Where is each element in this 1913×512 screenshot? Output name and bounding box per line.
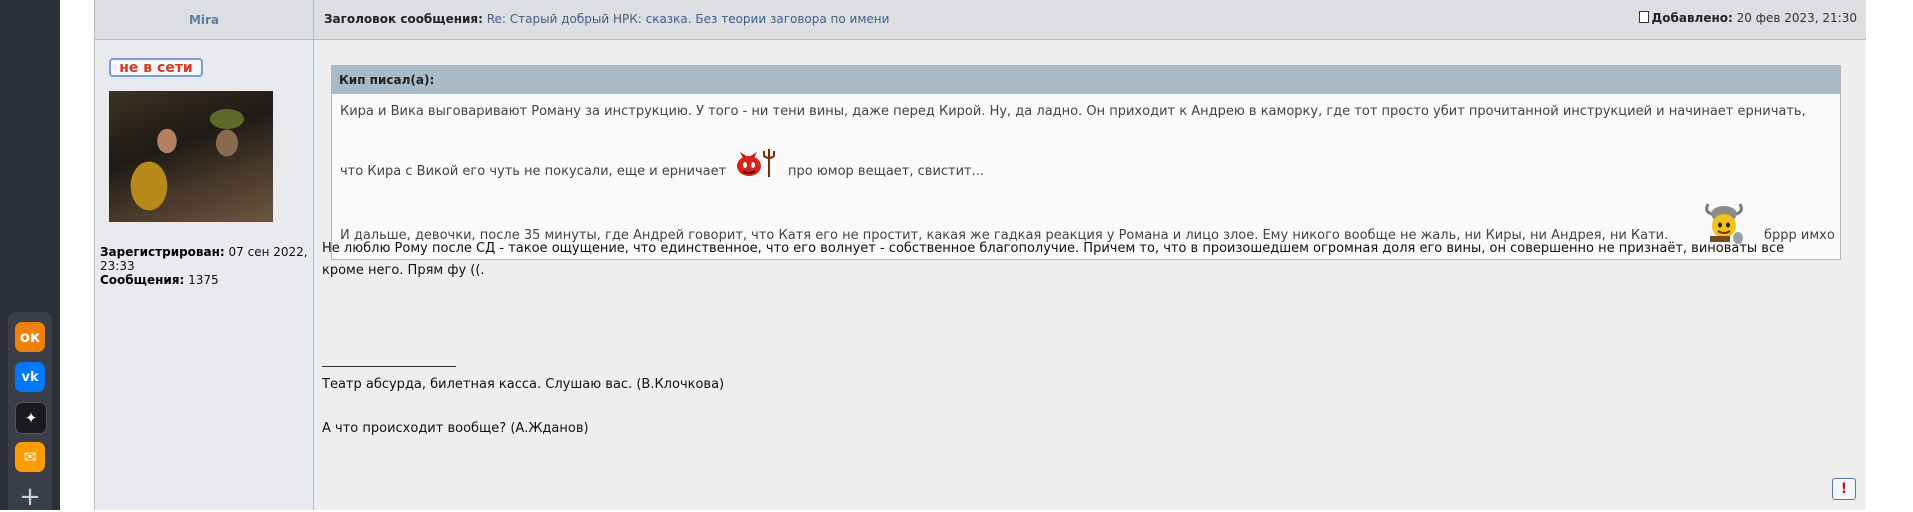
author-stats: Зарегистрирован: 07 сен 2022, 23:33 Сооб… [100,245,308,287]
signature-line-1: Театр абсурда, билетная касса. Слушаю ва… [322,377,725,392]
post-text-line-1: Не люблю Рому после СД - такое ощущение,… [322,241,1785,256]
add-app-icon[interactable]: + [15,482,45,512]
author-profile: не в сети Зарегистрирован: 07 сен 2022, … [95,40,314,510]
post-date: Добавлено: 20 фев 2023, 21:30 [1638,11,1857,25]
post-header: Mira Заголовок сообщения: Re: Старый доб… [95,0,1867,40]
quote-header: Кип писал(а): [332,66,1840,94]
signature-line-2: А что происходит вообще? (А.Жданов) [322,421,589,436]
post-date-label: Добавлено: [1651,11,1733,25]
quote-block: Кип писал(а): Кира и Вика выговаривают Р… [331,65,1841,260]
mail-icon[interactable]: ✉ [15,442,45,472]
registered-label: Зарегистрирован: [100,245,225,259]
posts-count-label: Сообщения: [100,273,185,287]
report-post-button[interactable]: ! [1832,478,1856,500]
posts-count-value: 1375 [188,273,219,287]
sidebar-app-panel: ок vk ✦ ✉ + [8,312,52,512]
vk-icon[interactable]: vk [15,362,45,392]
post-text-line-2: кроме него. Прям фу ((. [322,263,485,278]
signature-divider [322,366,456,367]
quote-line-1: Кира и Вика выговаривают Роману за инстр… [340,104,1806,119]
post-date-value: 20 фев 2023, 21:30 [1736,11,1857,25]
devil-smiley-icon [737,149,775,177]
quote-line-2-text-a: что Кира с Викой его чуть не покусали, е… [340,164,727,179]
forum-post: Mira Заголовок сообщения: Re: Старый доб… [94,0,1868,510]
post-title: Заголовок сообщения: Re: Старый добрый Н… [324,12,889,26]
post-body: Кип писал(а): Кира и Вика выговаривают Р… [314,40,1867,510]
quote-line-2-end: про юмор вещает, свистит... [788,164,985,179]
document-icon[interactable] [1638,11,1649,23]
browser-sidebar: ок vk ✦ ✉ + [0,0,60,512]
avatar [109,91,273,222]
page-margin [1866,0,1913,510]
zen-icon[interactable]: ✦ [15,402,47,434]
quote-line-2: что Кира с Викой его чуть не покусали, е… [340,164,726,179]
post-title-label: Заголовок сообщения: [324,12,483,26]
online-status-badge[interactable]: не в сети [109,58,203,77]
post-author[interactable]: Mira [95,0,314,39]
odnoklassniki-icon[interactable]: ок [15,322,45,352]
post-title-link[interactable]: Re: Старый добрый НРК: сказка. Без теори… [487,12,890,26]
